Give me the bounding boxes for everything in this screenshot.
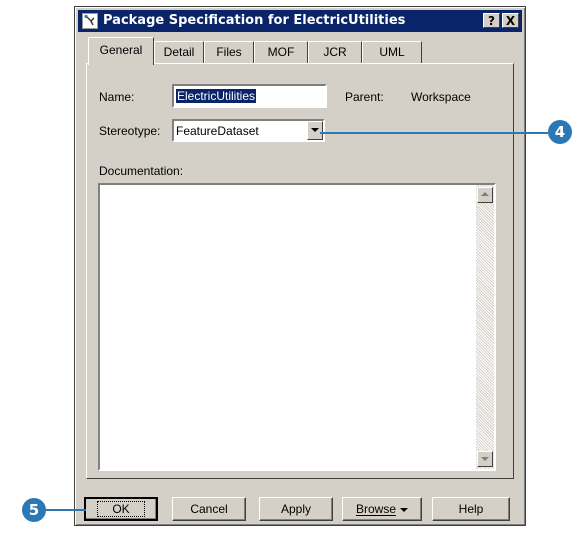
tab-detail[interactable]: Detail: [154, 41, 204, 63]
callout-5-line: [46, 509, 86, 511]
tab-files[interactable]: Files: [204, 41, 254, 63]
callout-4-badge: 4: [548, 120, 572, 144]
tab-files-label: Files: [216, 45, 242, 59]
title-bar[interactable]: Package Specification for ElectricUtilit…: [78, 10, 522, 32]
tab-general-label: General: [99, 43, 143, 57]
help-button-label: Help: [458, 502, 484, 516]
ok-button[interactable]: OK: [84, 497, 158, 521]
help-button[interactable]: Help: [432, 497, 510, 521]
tab-general[interactable]: General: [88, 37, 154, 65]
ok-button-label: OK: [97, 501, 145, 517]
tab-mof-label: MOF: [267, 45, 295, 59]
window-title: Package Specification for ElectricUtilit…: [103, 13, 406, 28]
tab-mof[interactable]: MOF: [254, 41, 308, 63]
browse-button[interactable]: Browse: [342, 497, 422, 521]
cancel-button[interactable]: Cancel: [172, 497, 246, 521]
tab-uml-label: UML: [379, 45, 405, 59]
scroll-down-icon: [481, 457, 489, 461]
tab-uml[interactable]: UML: [362, 41, 422, 63]
tab-detail-label: Detail: [163, 45, 195, 59]
scroll-up-icon: [481, 192, 489, 196]
window-icon: [82, 13, 98, 29]
stereotype-dropdown-button[interactable]: [307, 121, 323, 140]
name-input[interactable]: ElectricUtilities: [172, 84, 327, 108]
callout-4-line: [320, 132, 548, 134]
help-title-button[interactable]: ?: [483, 13, 500, 28]
apply-button-label: Apply: [280, 502, 312, 516]
documentation-scrollbar[interactable]: [476, 185, 494, 469]
stereotype-dropdown[interactable]: FeatureDataset: [172, 119, 325, 142]
documentation-label: Documentation:: [99, 164, 184, 178]
tab-jcr[interactable]: JCR: [308, 41, 362, 63]
stereotype-label: Stereotype:: [99, 124, 161, 138]
caret-down-icon: [400, 507, 408, 512]
chevron-down-icon: [311, 128, 319, 132]
cancel-button-label: Cancel: [190, 502, 228, 516]
documentation-textarea[interactable]: [98, 183, 496, 471]
apply-button[interactable]: Apply: [259, 497, 333, 521]
scroll-up-button[interactable]: [477, 187, 493, 203]
stereotype-value: FeatureDataset: [176, 124, 259, 138]
close-title-button[interactable]: X: [502, 13, 519, 28]
parent-label: Parent:: [345, 90, 384, 104]
name-input-value: ElectricUtilities: [176, 89, 257, 103]
callout-5-badge: 5: [22, 498, 46, 522]
scroll-down-button[interactable]: [477, 451, 493, 467]
name-label: Name:: [99, 90, 135, 104]
parent-value: Workspace: [411, 90, 471, 104]
tab-jcr-label: JCR: [323, 45, 347, 59]
browse-button-label: Browse: [355, 502, 396, 516]
